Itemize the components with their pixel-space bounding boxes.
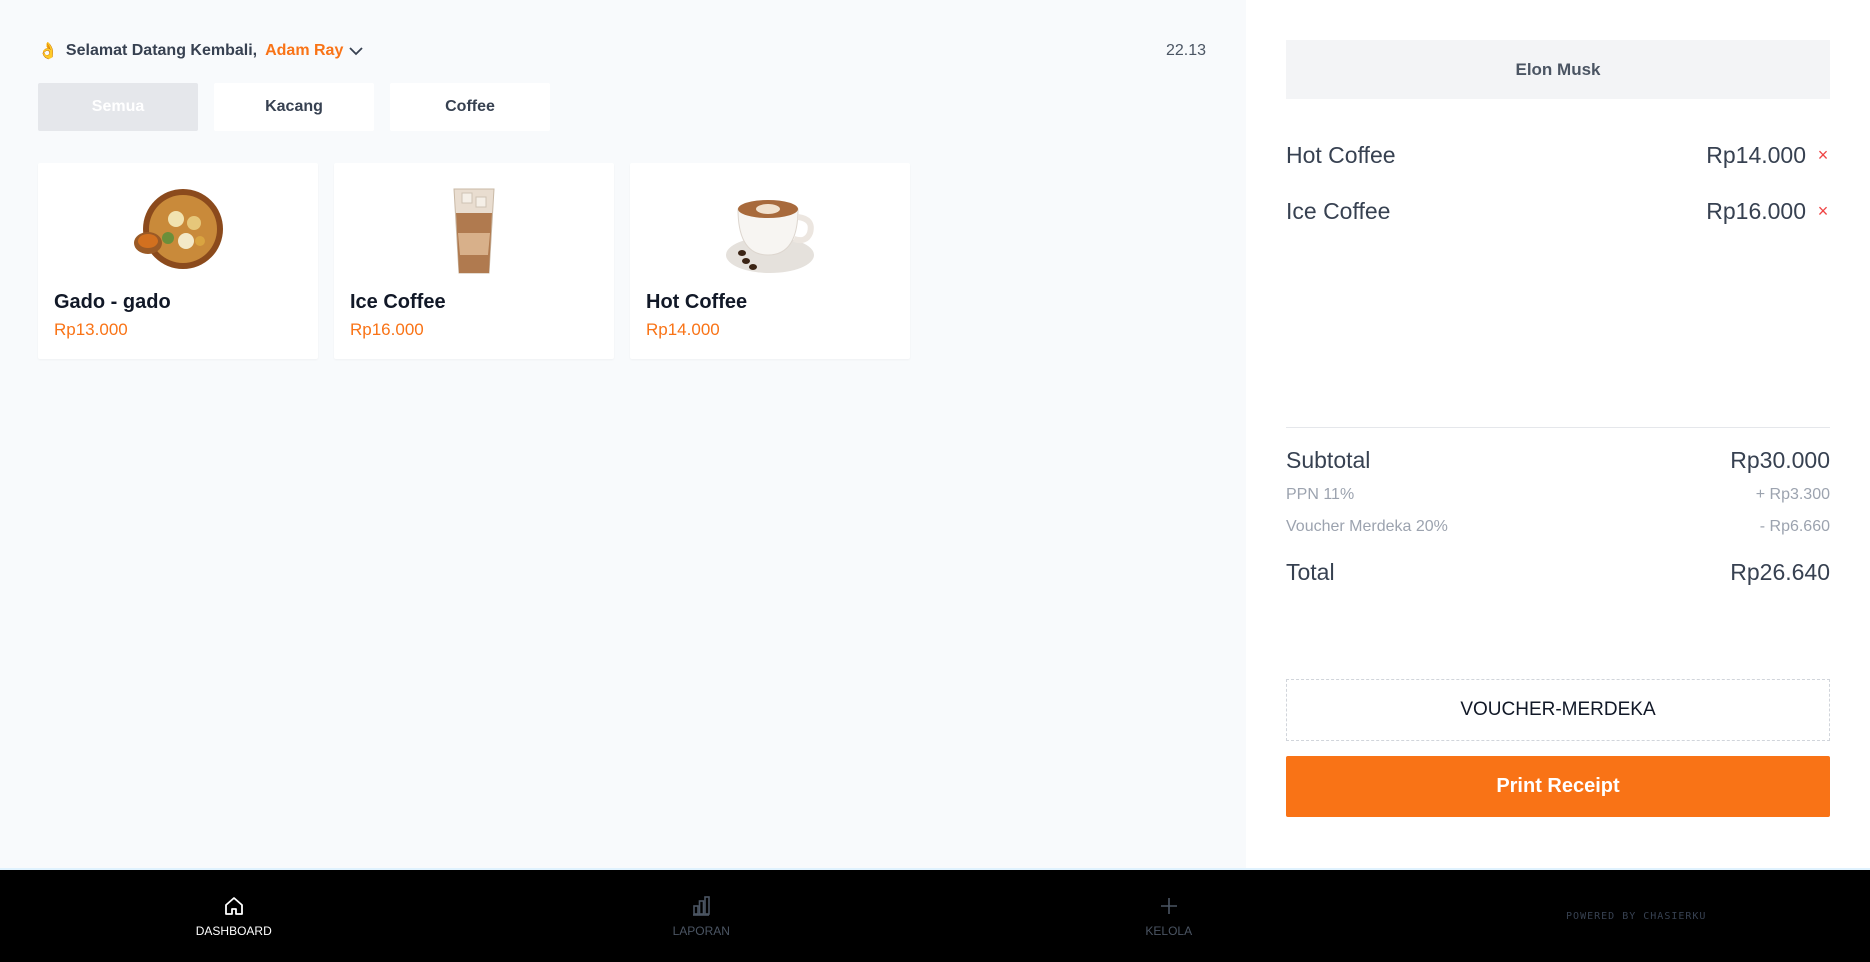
order-panel: Elon Musk Hot Coffee Rp14.000 × Ice Coff… <box>1246 0 1870 868</box>
tab-semua[interactable]: Semua <box>38 83 198 131</box>
clock-time: 22.13 <box>1165 42 1206 59</box>
bottom-nav: DASHBOARD LAPORAN KELOLA POWERED BY CHAS… <box>0 868 1870 962</box>
wave-emoji-icon: 👌 <box>38 43 58 60</box>
tax-row: PPN 11% + Rp3.300 <box>1286 485 1830 505</box>
voucher-code-input[interactable]: VOUCHER-MERDEKA <box>1286 679 1830 741</box>
category-tabs: Semua Kacang Coffee <box>38 83 550 131</box>
voucher-discount-row: Voucher Merdeka 20% - Rp6.660 <box>1286 517 1830 537</box>
product-card-gado-gado[interactable]: Gado - gado Rp13.000 <box>38 163 318 359</box>
nav-laporan[interactable]: LAPORAN <box>468 870 936 962</box>
salad-bowl-icon <box>128 183 228 279</box>
order-item: Ice Coffee Rp16.000 × <box>1286 196 1830 226</box>
voucher-discount-value: - Rp6.660 <box>1759 518 1830 535</box>
nav-label: LAPORAN <box>672 924 730 938</box>
tax-value: + Rp3.300 <box>1755 486 1830 503</box>
order-item-price: Rp16.000 <box>1706 197 1806 224</box>
nav-label: KELOLA <box>1145 924 1193 938</box>
coffee-cup-icon <box>720 183 820 279</box>
product-name: Hot Coffee <box>646 291 748 313</box>
subtotal-row: Subtotal Rp30.000 <box>1286 445 1830 475</box>
nav-kelola[interactable]: KELOLA <box>935 870 1403 962</box>
product-grid: Gado - gado Rp13.000 Ice Coffee Rp16.000 <box>38 163 910 359</box>
print-receipt-button[interactable]: Print Receipt <box>1286 756 1830 817</box>
product-price: Rp14.000 <box>646 320 720 339</box>
product-price: Rp13.000 <box>54 320 128 339</box>
chevron-down-icon[interactable] <box>349 46 363 56</box>
nav-dashboard[interactable]: DASHBOARD <box>0 870 468 962</box>
greeting-text: Selamat Datang Kembali, <box>65 42 258 59</box>
user-name[interactable]: Adam Ray <box>265 42 343 60</box>
order-item-name: Ice Coffee <box>1286 197 1391 224</box>
order-item: Hot Coffee Rp14.000 × <box>1286 140 1830 170</box>
header-bar: 👌 Selamat Datang Kembali, Adam Ray 22.13 <box>38 38 1206 64</box>
summary-divider <box>1286 427 1830 428</box>
tax-label: PPN 11% <box>1286 486 1355 503</box>
total-row: Total Rp26.640 <box>1286 557 1830 587</box>
home-icon <box>223 894 245 918</box>
iced-coffee-glass-icon <box>424 183 524 279</box>
voucher-discount-label: Voucher Merdeka 20% <box>1286 518 1448 535</box>
total-value: Rp26.640 <box>1730 558 1830 585</box>
customer-name[interactable]: Elon Musk <box>1286 40 1830 99</box>
order-item-price: Rp14.000 <box>1706 141 1806 168</box>
product-price: Rp16.000 <box>350 320 424 339</box>
product-card-hot-coffee[interactable]: Hot Coffee Rp14.000 <box>630 163 910 359</box>
total-label: Total <box>1286 558 1335 585</box>
menu-panel: 👌 Selamat Datang Kembali, Adam Ray 22.13… <box>0 0 1246 868</box>
powered-by-text: POWERED BY CHASIERKU <box>1566 910 1707 922</box>
subtotal-label: Subtotal <box>1286 446 1371 473</box>
tab-kacang[interactable]: Kacang <box>214 83 374 131</box>
product-name: Ice Coffee <box>350 291 446 313</box>
product-name: Gado - gado <box>54 291 171 313</box>
subtotal-value: Rp30.000 <box>1730 446 1830 473</box>
product-card-ice-coffee[interactable]: Ice Coffee Rp16.000 <box>334 163 614 359</box>
remove-item-icon[interactable]: × <box>1816 145 1830 166</box>
remove-item-icon[interactable]: × <box>1816 201 1830 222</box>
nav-label: DASHBOARD <box>195 924 272 938</box>
order-item-name: Hot Coffee <box>1286 141 1396 168</box>
plus-icon <box>1158 894 1180 918</box>
bar-chart-icon <box>690 894 712 918</box>
tab-coffee[interactable]: Coffee <box>390 83 550 131</box>
